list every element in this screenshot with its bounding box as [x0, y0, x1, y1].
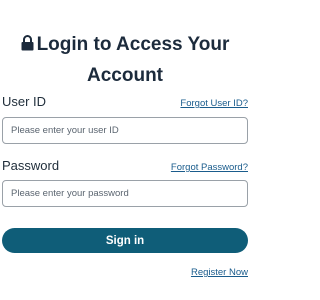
title-text: Login to Access Your Account — [36, 34, 230, 86]
user-id-label: User ID — [2, 94, 47, 109]
register-now-link[interactable]: Register Now — [191, 267, 248, 278]
sign-in-button[interactable]: Sign in — [2, 228, 248, 253]
lock-icon — [21, 31, 34, 61]
password-input[interactable] — [2, 180, 248, 207]
password-label: Password — [2, 158, 60, 173]
password-label-row: Password Forgot Password? — [2, 158, 248, 173]
user-id-input[interactable] — [2, 117, 248, 144]
forgot-user-id-link[interactable]: Forgot User ID? — [180, 98, 248, 109]
user-id-label-row: User ID Forgot User ID? — [2, 94, 248, 109]
forgot-password-link[interactable]: Forgot Password? — [171, 162, 248, 173]
login-page: Login to Access Your Account User ID For… — [0, 0, 250, 300]
page-title: Login to Access Your Account — [0, 30, 250, 91]
